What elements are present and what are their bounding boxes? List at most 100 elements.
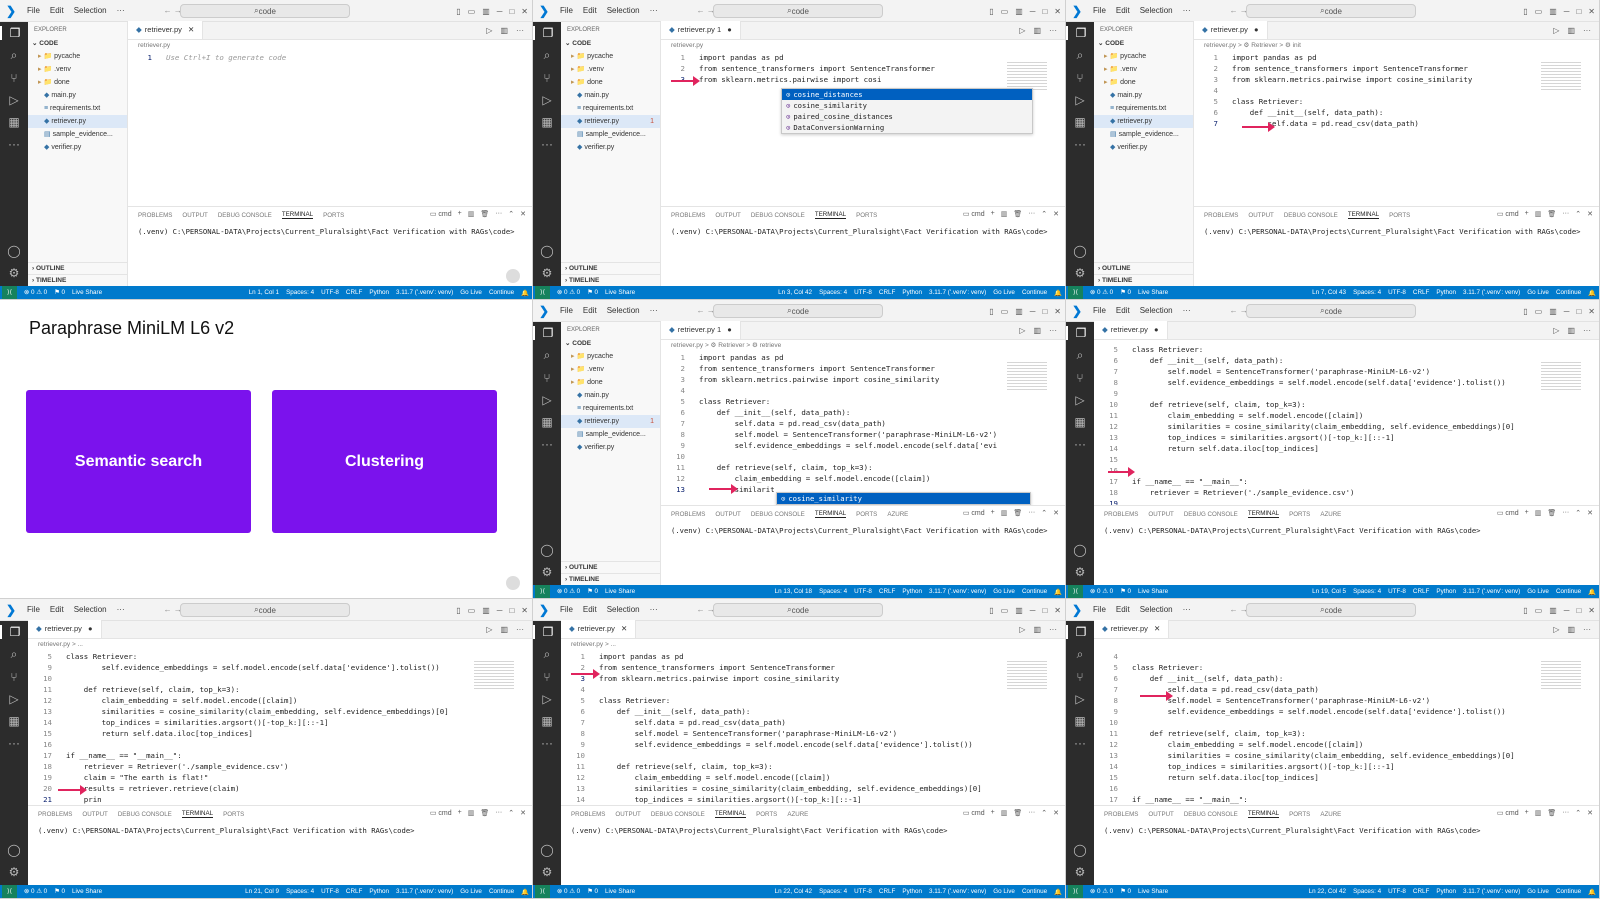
close-panel-icon[interactable]: ✕ bbox=[1053, 210, 1059, 218]
panel-tab[interactable]: DEBUG CONSOLE bbox=[751, 511, 805, 518]
panel-tab[interactable]: AZURE bbox=[1320, 811, 1341, 818]
terminal-output[interactable]: (.venv) C:\PERSONAL-DATA\Projects\Curren… bbox=[1094, 522, 1599, 540]
trash-icon[interactable]: 🗑 bbox=[1013, 809, 1022, 817]
layout-toggle-icon[interactable]: ▯ bbox=[989, 7, 993, 16]
extensions-icon[interactable]: ▦ bbox=[1066, 115, 1094, 129]
menu-item[interactable]: Edit bbox=[578, 605, 602, 614]
editor-tab[interactable]: ◆ retriever.py ✕ bbox=[1094, 620, 1170, 638]
code-line[interactable]: 11 def retrieve(self, claim, top_k=3): bbox=[561, 761, 1065, 772]
cursor-position[interactable]: Ln 21, Col 9 bbox=[245, 888, 279, 895]
code-line[interactable]: 1 import pandas as pd bbox=[561, 651, 1065, 662]
status-item[interactable]: Spaces: 4 bbox=[819, 588, 847, 595]
status-item[interactable]: 3.11.7 ('.venv': venv) bbox=[929, 289, 986, 296]
menu-item[interactable]: File bbox=[555, 306, 578, 315]
search-icon[interactable]: ⌕ bbox=[0, 48, 28, 63]
timeline-section[interactable]: › TIMELINE bbox=[28, 274, 127, 286]
status-item[interactable]: ⊗ 0 ⚠ 0 bbox=[1090, 289, 1113, 296]
cursor-position[interactable]: Ln 22, Col 42 bbox=[775, 888, 812, 895]
code-line[interactable]: 16 bbox=[1094, 465, 1599, 476]
status-item[interactable]: Python bbox=[369, 289, 389, 296]
code-line[interactable]: 14 top_indices = similarities.argsort()[… bbox=[28, 717, 532, 728]
add-terminal-icon[interactable]: + bbox=[1525, 509, 1529, 517]
maximize-icon[interactable]: □ bbox=[1576, 7, 1581, 16]
menu-item[interactable]: File bbox=[22, 6, 45, 15]
code-line[interactable]: 3from sklearn.metrics.pairwise import co… bbox=[561, 673, 1065, 684]
terminal-shell-icon[interactable]: ▭ cmd bbox=[1497, 509, 1519, 517]
panel-tab[interactable]: PROBLEMS bbox=[1104, 511, 1138, 518]
menu-item[interactable]: ··· bbox=[645, 306, 663, 315]
more-icon[interactable]: ··· bbox=[1049, 326, 1057, 335]
code-line[interactable]: 17 if __name__ == "__main__": bbox=[1094, 794, 1599, 805]
file-item[interactable]: ◆ main.py bbox=[561, 89, 660, 102]
code-line[interactable]: 12 similarities = cosine_similarity(clai… bbox=[1094, 421, 1599, 432]
split-editor-icon[interactable]: ▥ bbox=[500, 625, 508, 634]
status-item[interactable]: Go Live bbox=[460, 289, 482, 296]
status-item[interactable]: UTF-8 bbox=[854, 888, 872, 895]
status-item[interactable]: ⚑ 0 bbox=[54, 289, 65, 296]
status-item[interactable]: Live Share bbox=[605, 588, 635, 595]
status-item[interactable]: 3.11.7 ('.venv': venv) bbox=[396, 289, 453, 296]
terminal-shell-icon[interactable]: ▭ cmd bbox=[1497, 210, 1519, 218]
source-control-icon[interactable]: ⑂ bbox=[0, 71, 28, 85]
status-item[interactable]: Continue bbox=[1556, 588, 1581, 595]
panel-tab[interactable]: DEBUG CONSOLE bbox=[751, 212, 805, 219]
code-line[interactable]: 9 self.evidence_embeddings = self.model.… bbox=[1094, 706, 1599, 717]
file-item[interactable]: ◆ retriever.py 1 bbox=[561, 115, 660, 128]
more-icon[interactable]: ··· bbox=[1583, 26, 1591, 35]
menu-item[interactable]: ··· bbox=[645, 6, 663, 15]
terminal-output[interactable]: (.venv) C:\PERSONAL-DATA\Projects\Curren… bbox=[128, 223, 532, 241]
layout-toggle-icon[interactable]: ▥ bbox=[1549, 7, 1557, 16]
layout-toggle-icon[interactable]: ▭ bbox=[468, 606, 476, 615]
status-item[interactable]: 3.11.7 ('.venv': venv) bbox=[1463, 289, 1520, 296]
more-icon[interactable]: ··· bbox=[1562, 509, 1569, 517]
add-terminal-icon[interactable]: + bbox=[458, 809, 462, 817]
panel-tab[interactable]: DEBUG CONSOLE bbox=[118, 811, 172, 818]
code-line[interactable]: 5 class Retriever: bbox=[561, 695, 1065, 706]
more-icon[interactable]: ··· bbox=[0, 736, 28, 750]
code-line[interactable]: 2 from sentence_transformers import Sente… bbox=[661, 63, 1065, 74]
menu-item[interactable]: Selection bbox=[602, 306, 645, 315]
run-icon[interactable]: ▷ bbox=[486, 625, 492, 634]
status-item[interactable]: UTF-8 bbox=[1388, 588, 1406, 595]
minimize-icon[interactable]: ─ bbox=[1564, 307, 1570, 316]
panel-tab[interactable]: DEBUG CONSOLE bbox=[1284, 212, 1338, 219]
panel-tab[interactable]: PROBLEMS bbox=[671, 511, 705, 518]
run-icon[interactable]: ▷ bbox=[486, 26, 492, 35]
file-item[interactable]: ▤ sample_evidence... bbox=[561, 428, 660, 441]
code-line[interactable]: 17 if __name__ == "__main__": bbox=[28, 750, 532, 761]
command-search-input[interactable]: ⌕ code bbox=[1246, 4, 1416, 18]
more-icon[interactable]: ··· bbox=[1028, 809, 1035, 817]
panel-tab[interactable]: OUTPUT bbox=[715, 511, 740, 518]
file-item[interactable]: ▸ 📁 .venv bbox=[561, 63, 660, 76]
layout-toggle-icon[interactable]: ▭ bbox=[1535, 7, 1543, 16]
more-icon[interactable]: ··· bbox=[533, 137, 561, 151]
menu-item[interactable]: Edit bbox=[1111, 605, 1135, 614]
extensions-icon[interactable]: ▦ bbox=[1066, 415, 1094, 429]
code-line[interactable]: 7 self.data = pd.read_csv(data_path) bbox=[661, 418, 1065, 429]
status-item[interactable]: Python bbox=[902, 289, 922, 296]
layout-toggle-icon[interactable]: ▥ bbox=[482, 606, 490, 615]
panel-tab[interactable]: DEBUG CONSOLE bbox=[651, 811, 705, 818]
code-line[interactable]: 8 self.model = SentenceTransformer('para… bbox=[661, 429, 1065, 440]
status-item[interactable]: Live Share bbox=[72, 888, 102, 895]
code-line[interactable]: 15 return self.data.iloc[top_indices] bbox=[1094, 772, 1599, 783]
editor-tab[interactable]: ◆ retriever.py ✕ bbox=[128, 21, 204, 39]
status-item[interactable]: ⊗ 0 ⚠ 0 bbox=[24, 289, 47, 296]
code-line[interactable]: 16 bbox=[1094, 783, 1599, 794]
maximize-icon[interactable]: □ bbox=[509, 606, 514, 615]
panel-tab[interactable]: OUTPUT bbox=[1148, 511, 1173, 518]
close-tab-icon[interactable]: ✕ bbox=[619, 624, 627, 633]
account-icon[interactable]: ◯ bbox=[1066, 843, 1094, 857]
code-line[interactable]: 11 def retrieve(self, claim, top_k=3): bbox=[1094, 728, 1599, 739]
code-line[interactable]: 5 class Retriever: bbox=[1194, 96, 1599, 107]
layout-toggle-icon[interactable]: ▯ bbox=[456, 606, 460, 615]
panel-tab[interactable]: OUTPUT bbox=[182, 212, 207, 219]
unsaved-dot-icon[interactable]: ● bbox=[1252, 25, 1259, 34]
status-item[interactable]: Python bbox=[369, 888, 389, 895]
folder-code[interactable]: ⌄ CODE bbox=[561, 38, 660, 50]
code-line[interactable]: 12 claim_embedding = self.model.encode([… bbox=[28, 695, 532, 706]
status-item[interactable]: Live Share bbox=[72, 289, 102, 296]
run-icon[interactable]: ▷ bbox=[1019, 26, 1025, 35]
status-item[interactable]: CRLF bbox=[879, 588, 895, 595]
layout-toggle-icon[interactable]: ▯ bbox=[1523, 307, 1527, 316]
